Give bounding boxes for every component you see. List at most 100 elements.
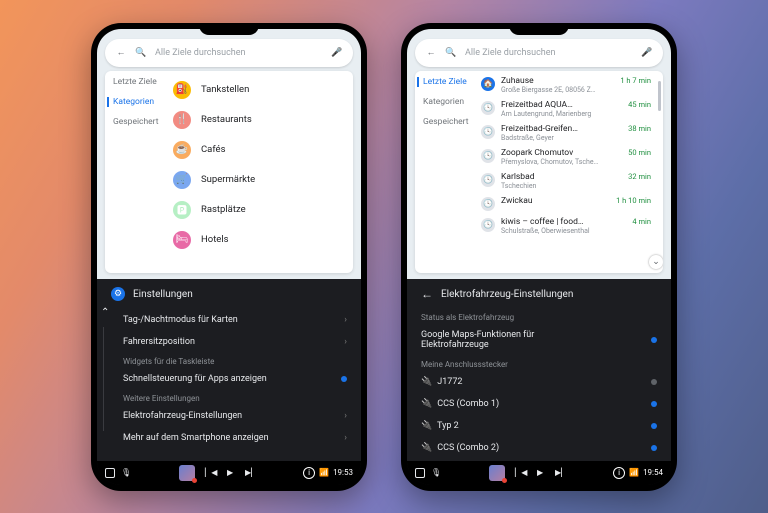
setting-quick[interactable]: Schnellsteuerung für Apps anzeigen [111, 368, 347, 390]
plug-item[interactable]: 🔌 CHAdeMO-Stecker [421, 459, 657, 460]
recent-item[interactable]: 🏠ZuhauseGroße Biergasse 2E, 08056 Z…1 h … [477, 73, 661, 97]
screen-right: ← 🔍 Alle Ziele durchsuchen 🎤 Letzte Ziel… [407, 29, 671, 485]
tab-saved[interactable]: Gespeichert [423, 117, 477, 127]
category-item[interactable]: 🛒Supermärkte [171, 165, 345, 195]
search-bar[interactable]: ← 🔍 Alle Ziele durchsuchen 🎤 [105, 39, 353, 67]
category-icon: 🍴 [173, 111, 191, 129]
category-item[interactable]: ☕ Cafés [171, 135, 345, 165]
search-placeholder: Alle Ziele durchsuchen [465, 48, 633, 58]
play-icon[interactable]: ▶ [225, 468, 235, 477]
mic-icon[interactable]: 🎤 [331, 48, 343, 58]
search-bar[interactable]: ← 🔍 Alle Ziele durchsuchen 🎤 [415, 39, 663, 67]
tabs: Letzte Ziele Kategorien Gespeichert [105, 71, 167, 274]
phone-right: ← 🔍 Alle Ziele durchsuchen 🎤 Letzte Ziel… [401, 23, 677, 491]
plug-item[interactable]: 🔌 CCS (Combo 1) [421, 393, 657, 415]
search-placeholder: Alle Ziele durchsuchen [155, 48, 323, 58]
category-label: Restaurants [201, 114, 252, 125]
recent-title: Zoopark Chomutov [501, 148, 622, 158]
search-icon: 🔍 [135, 48, 147, 58]
back-icon[interactable]: ← [421, 287, 433, 301]
setting-seat[interactable]: Fahrersitzposition› [111, 331, 347, 353]
prev-icon[interactable]: ▏◀ [205, 468, 215, 477]
maps-body: Letzte Ziele Kategorien Gespeichert ⛽Tan… [105, 71, 353, 274]
category-label: Rastplätze [201, 204, 246, 215]
recent-title: Freizeitbad AQUA… [501, 100, 622, 110]
next-icon[interactable]: ▶▏ [555, 468, 565, 477]
category-label: Cafés [201, 144, 225, 155]
recent-title: Zuhause [501, 76, 614, 86]
recent-item[interactable]: 🕓Freizeitbad-Greifen…Badstraße, Geyer38 … [477, 121, 661, 145]
settings-panel-left: ⚙ Einstellungen ⌃ Tag-/Nachtmodus für Ka… [97, 279, 361, 460]
clock-icon: 🕓 [481, 173, 495, 187]
toggle-on[interactable] [651, 423, 657, 429]
plug-item[interactable]: 🔌 J1772 [421, 371, 657, 393]
recent-subtitle: Badstraße, Geyer [501, 134, 622, 142]
category-label: Supermärkte [201, 174, 255, 185]
recent-item[interactable]: 🕓Zwickau1 h 10 min [477, 193, 661, 214]
album-art[interactable] [489, 465, 505, 481]
settings-header: ← Elektrofahrzeug-Einstellungen [421, 285, 657, 309]
scrollbar-thumb[interactable] [658, 81, 661, 111]
recents-icon[interactable] [105, 468, 115, 478]
indent-bar [103, 327, 104, 430]
mic-icon[interactable]: 🎤 [641, 48, 653, 58]
recent-item[interactable]: 🕓KarlsbadTschechien32 min [477, 169, 661, 193]
chevron-right-icon: › [344, 337, 347, 347]
recent-title: Karlsbad [501, 172, 622, 182]
tab-categories[interactable]: Kategorien [423, 97, 477, 107]
settings-panel-right: ← Elektrofahrzeug-Einstellungen Status a… [407, 279, 671, 460]
toggle-on[interactable] [651, 337, 657, 343]
setting-ev[interactable]: Elektrofahrzeug-Einstellungen› [111, 405, 347, 427]
plug-icon: 🔌 [421, 377, 435, 387]
toggle-on[interactable] [651, 445, 657, 451]
setting-daynight[interactable]: Tag-/Nachtmodus für Karten› [111, 309, 347, 331]
phone-left: ← 🔍 Alle Ziele durchsuchen 🎤 Letzte Ziel… [91, 23, 367, 491]
plug-icon: 🔌 [421, 421, 435, 431]
plug-item[interactable]: 🔌 Typ 2 [421, 415, 657, 437]
back-icon[interactable]: ← [115, 47, 127, 58]
back-icon[interactable]: ← [425, 47, 437, 58]
settings-header: ⚙ Einstellungen [111, 285, 347, 309]
recent-time: 45 min [628, 100, 651, 109]
mic-nav-icon[interactable]: 🎙 [121, 468, 131, 477]
category-item[interactable]: 🅿Rastplätze [171, 195, 345, 225]
tab-categories[interactable]: Kategorien [107, 97, 167, 107]
album-art[interactable] [179, 465, 195, 481]
collapse-icon[interactable]: ⌃ [101, 307, 109, 318]
setting-maps-ev[interactable]: Google Maps-Funktionen für Elektrofahrze… [421, 324, 657, 356]
settings-title: Einstellungen [133, 289, 193, 300]
recent-subtitle: Schulstraße, Oberwiesenthal [501, 227, 626, 235]
next-icon[interactable]: ▶▏ [245, 468, 255, 477]
clock-icon: 🕓 [481, 125, 495, 139]
clock-icon: 🕓 [481, 218, 495, 232]
recents-icon[interactable] [415, 468, 425, 478]
play-icon[interactable]: ▶ [535, 468, 545, 477]
clock-icon: 🕓 [481, 149, 495, 163]
plug-item[interactable]: 🔌 CCS (Combo 2) [421, 437, 657, 459]
recent-subtitle: Große Biergasse 2E, 08056 Z… [501, 86, 614, 94]
tab-recent[interactable]: Letzte Ziele [417, 77, 477, 87]
toggle-on[interactable] [341, 376, 347, 382]
toggle-off[interactable] [651, 379, 657, 385]
category-item[interactable]: ⛽Tankstellen [171, 75, 345, 105]
prev-icon[interactable]: ▏◀ [515, 468, 525, 477]
category-icon: ☕ [173, 141, 191, 159]
maps-panel: ← 🔍 Alle Ziele durchsuchen 🎤 Letzte Ziel… [97, 29, 361, 280]
recent-item[interactable]: 🕓Zoopark ChomutovPřemyslova, Chomutov, T… [477, 145, 661, 169]
tabs: Letzte Ziele Kategorien Gespeichert [415, 71, 477, 274]
scroll-down-icon[interactable]: ⌄ [649, 255, 663, 269]
category-item[interactable]: 🛏Hotels [171, 225, 345, 255]
mic-nav-icon[interactable]: 🎙 [431, 468, 441, 477]
tab-saved[interactable]: Gespeichert [113, 117, 167, 127]
recent-item[interactable]: 🕓Freizeitbad AQUA…Am Lautengrund, Marien… [477, 97, 661, 121]
recent-time: 32 min [628, 172, 651, 181]
toggle-on[interactable] [651, 401, 657, 407]
plug-list: 🔌 J1772🔌 CCS (Combo 1)🔌 Typ 2🔌 CCS (Comb… [421, 371, 657, 460]
setting-more[interactable]: Mehr auf dem Smartphone anzeigen› [111, 427, 347, 449]
notch [509, 23, 569, 35]
recent-title: Freizeitbad-Greifen… [501, 124, 622, 134]
chevron-right-icon: › [344, 411, 347, 421]
recent-item[interactable]: 🕓kiwis – coffee | food…Schulstraße, Ober… [477, 214, 661, 238]
tab-recent[interactable]: Letzte Ziele [113, 77, 167, 87]
category-item[interactable]: 🍴 Restaurants [171, 105, 345, 135]
